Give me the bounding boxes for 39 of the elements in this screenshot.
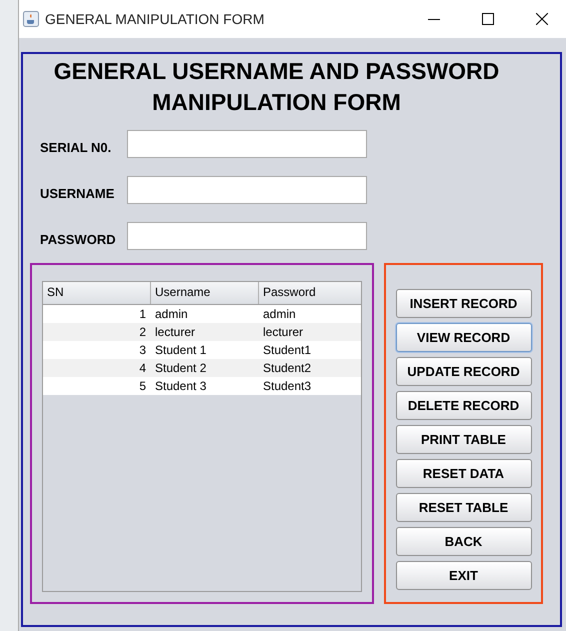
action-button[interactable]: VIEW RECORD: [396, 323, 532, 352]
action-button[interactable]: RESET TABLE: [396, 493, 532, 522]
field-label: USERNAME: [40, 184, 116, 200]
table-cell-text: Student 1: [154, 342, 208, 359]
action-button[interactable]: DELETE RECORD: [396, 391, 532, 420]
action-button[interactable]: PRINT TABLE: [396, 425, 532, 454]
column-header[interactable]: Username: [151, 282, 259, 304]
table-cell-text: Student2: [262, 360, 312, 377]
action-button[interactable]: BACK: [396, 527, 532, 556]
action-button[interactable]: UPDATE RECORD: [396, 357, 532, 386]
action-button[interactable]: RESET DATA: [396, 459, 532, 488]
table-cell-text: admin: [154, 306, 189, 323]
table-cell-text: Student3: [262, 378, 312, 395]
input-field[interactable]: [127, 176, 367, 204]
window-title: GENERAL MANIPULATION FORM: [45, 11, 264, 27]
table-cell-text: lecturer: [154, 324, 196, 341]
field-label: PASSWORD: [40, 230, 117, 246]
cup-icon: [23, 11, 39, 27]
field-label: SERIAL N0.: [40, 138, 112, 154]
maximize-icon[interactable]: [482, 13, 494, 25]
table-cell-text: 1: [138, 306, 147, 323]
table-cell-text: 5: [138, 378, 147, 395]
table-cell-text: admin: [262, 306, 297, 323]
form-heading: GENERAL USERNAME AND PASSWORD: [52, 57, 500, 86]
table-cell-text: lecturer: [262, 324, 304, 341]
table-cell-text: Student1: [262, 342, 312, 359]
column-header[interactable]: SN: [43, 282, 151, 304]
form-heading: MANIPULATION FORM: [151, 88, 402, 117]
close-icon[interactable]: [536, 13, 548, 25]
table-cell-text: Student 3: [154, 378, 208, 395]
input-field[interactable]: [127, 222, 367, 250]
action-button[interactable]: INSERT RECORD: [396, 289, 532, 318]
action-button[interactable]: EXIT: [396, 561, 532, 590]
table-cell-text: 4: [138, 360, 147, 377]
table-cell-text: 3: [138, 342, 147, 359]
column-header[interactable]: Password: [259, 282, 361, 304]
input-field[interactable]: [127, 130, 367, 158]
table-cell-text: Student 2: [154, 360, 208, 377]
table-cell-text: 2: [138, 324, 147, 341]
